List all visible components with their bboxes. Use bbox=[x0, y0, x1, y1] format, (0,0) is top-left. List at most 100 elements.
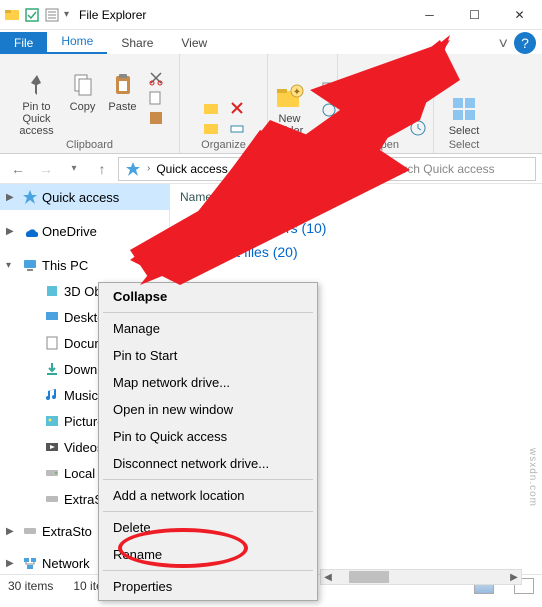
up-button[interactable]: ↑ bbox=[90, 157, 114, 181]
paste-shortcut-icon[interactable] bbox=[147, 109, 165, 127]
open-group-label: Open bbox=[372, 139, 399, 151]
star-icon bbox=[22, 189, 38, 205]
move-to-icon[interactable] bbox=[202, 99, 220, 117]
scroll-left-icon[interactable]: ◀ bbox=[321, 572, 335, 583]
titlebar: ▾ File Explorer ─ ☐ ✕ bbox=[0, 0, 542, 30]
clipboard-group-label: Clipboard bbox=[66, 139, 113, 151]
minimize-button[interactable]: ─ bbox=[407, 0, 452, 30]
folder-icon bbox=[44, 439, 60, 455]
menu-item[interactable]: Properties bbox=[99, 573, 317, 600]
folder-icon bbox=[44, 491, 60, 507]
menu-item[interactable]: Manage bbox=[99, 315, 317, 342]
address-label: Quick access bbox=[156, 162, 227, 176]
group-recent[interactable]: ▶ Recent files (20) bbox=[180, 240, 532, 264]
tree-this-pc[interactable]: ▾ This PC bbox=[0, 252, 169, 278]
folder-icon bbox=[44, 387, 60, 403]
maximize-button[interactable]: ☐ bbox=[452, 0, 497, 30]
delete-icon[interactable] bbox=[228, 99, 246, 117]
menu-item[interactable]: Disconnect network drive... bbox=[99, 450, 317, 477]
qat-props-icon[interactable] bbox=[44, 7, 60, 23]
scroll-right-icon[interactable]: ▶ bbox=[507, 572, 521, 583]
tree-item-label: ExtraSto bbox=[42, 524, 92, 539]
close-button[interactable]: ✕ bbox=[497, 0, 542, 30]
cloud-icon bbox=[22, 223, 38, 239]
address-path[interactable]: › Quick access bbox=[118, 157, 352, 181]
select-group-label: Select bbox=[449, 139, 480, 151]
horizontal-scrollbar[interactable]: ◀ ▶ bbox=[320, 569, 522, 585]
easy-access-icon[interactable] bbox=[320, 101, 338, 119]
folder-icon bbox=[44, 361, 60, 377]
window-title: File Explorer bbox=[73, 8, 407, 22]
cut-icon[interactable] bbox=[147, 69, 165, 87]
edit-icon[interactable] bbox=[409, 99, 427, 117]
pin-to-quick-access-button[interactable]: Pin to Quick access bbox=[15, 69, 59, 137]
tree-item-label: Music bbox=[64, 388, 98, 403]
menu-item[interactable]: Collapse bbox=[99, 283, 317, 310]
new-folder-button[interactable]: ✦ New folder bbox=[268, 81, 312, 137]
chevron-down-icon[interactable]: ▾ bbox=[6, 260, 18, 271]
folder-icon bbox=[44, 413, 60, 429]
folder-icon bbox=[44, 335, 60, 351]
column-name[interactable]: Name bbox=[180, 190, 532, 204]
tab-home[interactable]: Home bbox=[47, 30, 107, 54]
tab-view[interactable]: View bbox=[167, 32, 221, 54]
chevron-right-icon[interactable]: ▶ bbox=[6, 226, 18, 237]
properties-button[interactable]: Properties bbox=[345, 79, 401, 123]
back-button[interactable]: ← bbox=[6, 157, 30, 181]
new-item-icon[interactable] bbox=[320, 81, 338, 99]
group-frequent[interactable]: ▶ Frequent folders (10) bbox=[180, 216, 532, 240]
chevron-right-icon: ▶ bbox=[182, 247, 190, 258]
chevron-right-icon[interactable]: ▶ bbox=[6, 526, 18, 537]
paste-button[interactable]: Paste bbox=[107, 69, 139, 113]
qat-save-icon[interactable] bbox=[24, 7, 40, 23]
scroll-thumb[interactable] bbox=[349, 571, 389, 583]
history-icon[interactable] bbox=[409, 119, 427, 137]
menu-separator bbox=[103, 479, 313, 480]
help-button[interactable]: ? bbox=[514, 32, 536, 54]
menu-item[interactable]: Open in new window bbox=[99, 396, 317, 423]
folder-icon bbox=[22, 555, 38, 571]
pc-icon bbox=[22, 257, 38, 273]
tree-onedrive[interactable]: ▶ OneDrive bbox=[0, 218, 169, 244]
copy-path-icon[interactable] bbox=[147, 89, 165, 107]
menu-item[interactable]: Delete bbox=[99, 514, 317, 541]
folder-icon bbox=[22, 523, 38, 539]
copy-to-icon[interactable] bbox=[202, 119, 220, 137]
chevron-right-icon[interactable]: ▶ bbox=[6, 192, 18, 203]
folder-icon bbox=[44, 309, 60, 325]
tab-file[interactable]: File bbox=[0, 32, 47, 54]
menu-item[interactable]: Add a network location bbox=[99, 482, 317, 509]
organize-group-label: Organize bbox=[201, 139, 246, 151]
menu-item[interactable]: Pin to Start bbox=[99, 342, 317, 369]
recent-dropdown[interactable]: ▾ bbox=[62, 157, 86, 181]
tab-share[interactable]: Share bbox=[107, 32, 167, 54]
app-icon bbox=[4, 7, 20, 23]
forward-button[interactable]: → bbox=[34, 157, 58, 181]
ribbon-collapse-icon[interactable]: ˅ bbox=[493, 36, 514, 54]
watermark: wsxdn.com bbox=[527, 448, 538, 507]
search-box[interactable]: 🔍 Search Quick access bbox=[356, 157, 536, 181]
new-group-label: New bbox=[291, 139, 313, 151]
address-bar: ← → ▾ ↑ › Quick access 🔍 Search Quick ac… bbox=[0, 154, 542, 184]
menu-item[interactable]: Rename bbox=[99, 541, 317, 568]
svg-text:✦: ✦ bbox=[292, 87, 300, 98]
menu-item[interactable]: Map network drive... bbox=[99, 369, 317, 396]
menu-separator bbox=[103, 312, 313, 313]
chevron-right-icon[interactable]: ▶ bbox=[6, 558, 18, 569]
tree-item-label: Network bbox=[42, 556, 90, 571]
open-icon[interactable] bbox=[409, 79, 427, 97]
folder-icon bbox=[44, 465, 60, 481]
context-menu: Collapse ManagePin to StartMap network dr… bbox=[98, 282, 318, 601]
menu-separator bbox=[103, 511, 313, 512]
select-button[interactable]: Select bbox=[442, 93, 486, 137]
menu-separator bbox=[103, 570, 313, 571]
copy-button[interactable]: Copy bbox=[67, 69, 99, 113]
ribbon: Pin to Quick access Copy Paste Clipboard bbox=[0, 54, 542, 154]
search-icon: 🔍 bbox=[363, 162, 378, 176]
rename-icon[interactable] bbox=[228, 119, 246, 137]
qat-dropdown-icon[interactable]: ▾ bbox=[64, 9, 69, 20]
tree-quick-access[interactable]: ▶ Quick access bbox=[0, 184, 169, 210]
menu-item[interactable]: Pin to Quick access bbox=[99, 423, 317, 450]
search-placeholder: Search Quick access bbox=[382, 162, 495, 176]
tree-item-label: Downl bbox=[64, 362, 100, 377]
